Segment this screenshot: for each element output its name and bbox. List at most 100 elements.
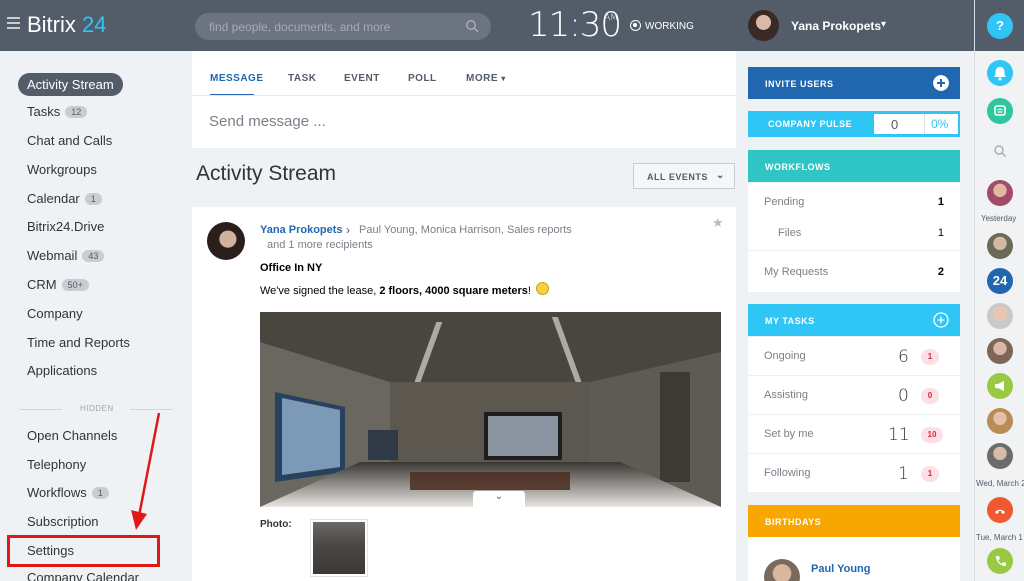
clock[interactable]: 11:30 AM	[528, 5, 622, 45]
row-label: Set by me	[764, 428, 814, 440]
post-text-bold: 2 floors, 4000 square meters	[379, 285, 528, 297]
expand-chevron-icon[interactable]: ⌄	[473, 491, 525, 509]
tab-more[interactable]: MORE ▾	[466, 73, 506, 84]
nav-item-time-and-reports[interactable]: Time and Reports	[27, 335, 130, 350]
nav-item-label: Workflows	[27, 485, 87, 500]
nav-item-open-channels[interactable]: Open Channels	[27, 428, 117, 443]
chat-icon[interactable]	[987, 98, 1013, 124]
date-label: Yesterday	[981, 214, 1017, 223]
message-input[interactable]: Send message ...	[209, 113, 326, 130]
widget-title: WORKFLOWS	[765, 162, 831, 172]
row-label: Pending	[764, 196, 805, 208]
contact-avatar[interactable]	[987, 303, 1013, 329]
rail-top: ?	[975, 0, 1024, 51]
birthday-row[interactable]: Paul Young	[748, 537, 960, 581]
filter-label: ALL EVENTS	[647, 172, 708, 182]
nav-item-webmail[interactable]: Webmail 43	[27, 248, 105, 263]
logo[interactable]: Bitrix 24	[27, 12, 107, 38]
phone-icon[interactable]	[987, 548, 1013, 574]
workflow-row[interactable]: Files 1	[748, 218, 960, 250]
right-rail: ? Yesterday 24 Wed, March 2 Tue, March 1	[974, 0, 1024, 581]
post-title: Office In NY	[260, 262, 323, 274]
nav-item-telephony[interactable]: Telephony	[27, 457, 86, 472]
task-row[interactable]: Ongoing 6 1	[748, 336, 960, 375]
chevron-down-icon: ▾	[501, 74, 506, 83]
work-status[interactable]: WORKING	[630, 20, 694, 32]
tab-message[interactable]: MESSAGE	[210, 73, 264, 84]
avatar	[764, 559, 800, 581]
contact-avatar[interactable]	[987, 338, 1013, 364]
clock-ampm: AM	[604, 13, 618, 23]
nav-item-activity-stream[interactable]: Activity Stream	[18, 73, 123, 96]
post-recipients[interactable]: Paul Young, Monica Harrison, Sales repor…	[359, 224, 572, 236]
task-row[interactable]: Set by me 11 10	[748, 414, 960, 453]
nav-item-company[interactable]: Company	[27, 306, 83, 321]
contact-avatar[interactable]	[987, 180, 1013, 206]
plus-icon[interactable]	[933, 312, 949, 328]
search-icon[interactable]	[465, 19, 479, 33]
count-badge: 0	[921, 388, 939, 404]
menu-icon[interactable]	[7, 17, 20, 29]
megaphone-icon[interactable]	[987, 373, 1013, 399]
logo-number: 24	[82, 12, 107, 37]
contact-avatar[interactable]	[987, 233, 1013, 259]
nav-item-label: Tasks	[27, 104, 61, 119]
nav-item-label: Company Calendar	[27, 570, 140, 581]
photo-label: Photo:	[260, 519, 292, 530]
row-value: 1	[937, 196, 944, 208]
nav-item-calendar[interactable]: Calendar 1	[27, 191, 102, 206]
nav-item-label: Bitrix24.Drive	[27, 219, 105, 234]
row-value: 1	[898, 464, 909, 484]
nav-item-crm[interactable]: CRM 50+	[27, 277, 89, 292]
star-icon[interactable]: ★	[712, 215, 724, 231]
nav-item-label: Applications	[27, 363, 98, 378]
post-author[interactable]: Yana Prokopets	[260, 224, 343, 236]
feed-post: Yana Prokopets › Paul Young, Monica Harr…	[192, 207, 736, 581]
search-placeholder: find people, documents, and more	[209, 20, 391, 34]
missed-call-icon[interactable]	[987, 497, 1013, 523]
nav-item-drive[interactable]: Bitrix24.Drive	[27, 219, 104, 234]
avatar[interactable]	[207, 222, 245, 260]
bell-icon[interactable]	[987, 60, 1013, 86]
bitrix24-chat[interactable]: 24	[987, 268, 1013, 294]
tab-event[interactable]: EVENT	[344, 73, 380, 84]
nav-item-label: Time and Reports	[27, 335, 130, 350]
nav-item-company-calendar[interactable]: Company Calendar	[27, 570, 139, 581]
contact-avatar[interactable]	[987, 408, 1013, 434]
company-pulse[interactable]: COMPANY PULSE 0 0%	[748, 111, 960, 137]
help-button[interactable]: ?	[987, 13, 1013, 39]
post-image[interactable]	[260, 312, 721, 507]
task-row[interactable]: Following 1 1	[748, 453, 960, 492]
search-input[interactable]: find people, documents, and more	[195, 13, 491, 40]
invite-users-button[interactable]: INVITE USERS	[748, 67, 960, 99]
plus-icon	[933, 75, 949, 91]
contact-avatar[interactable]	[987, 443, 1013, 469]
task-row[interactable]: Assisting 0 0	[748, 375, 960, 414]
workflow-row[interactable]: My Requests 2	[748, 250, 960, 292]
row-label: Assisting	[764, 389, 809, 401]
row-label: Files	[778, 227, 802, 239]
photo-thumbnail[interactable]	[310, 519, 368, 577]
nav-item-subscription[interactable]: Subscription	[27, 514, 99, 529]
chevron-down-icon: ⌄	[716, 170, 725, 181]
count-badge: 50+	[61, 279, 89, 291]
more-recipients[interactable]: and 1 more recipients	[267, 239, 373, 251]
left-nav: Activity Stream Tasks 12 Chat and Calls W…	[0, 51, 191, 581]
count-badge: 1	[84, 193, 102, 205]
search-icon[interactable]	[993, 144, 1007, 158]
tab-task[interactable]: TASK	[288, 73, 316, 84]
widget-title: MY TASKS	[765, 316, 815, 326]
avatar	[748, 10, 779, 41]
chevron-right-icon: ›	[346, 223, 350, 237]
nav-item-chat-and-calls[interactable]: Chat and Calls	[27, 133, 112, 148]
nav-item-tasks[interactable]: Tasks 12	[27, 104, 88, 119]
nav-item-applications[interactable]: Applications	[27, 363, 97, 378]
filter-dropdown[interactable]: ALL EVENTS ⌄	[633, 163, 735, 189]
nav-item-workflows[interactable]: Workflows 1	[27, 485, 109, 500]
tab-poll[interactable]: POLL	[408, 73, 437, 84]
workflow-row[interactable]: Pending 1	[748, 182, 960, 218]
tab-more-label: MORE	[466, 73, 498, 84]
birthday-person[interactable]: Paul Young	[811, 563, 871, 575]
nav-item-workgroups[interactable]: Workgroups	[27, 162, 97, 177]
nav-item-label: CRM	[27, 277, 57, 292]
